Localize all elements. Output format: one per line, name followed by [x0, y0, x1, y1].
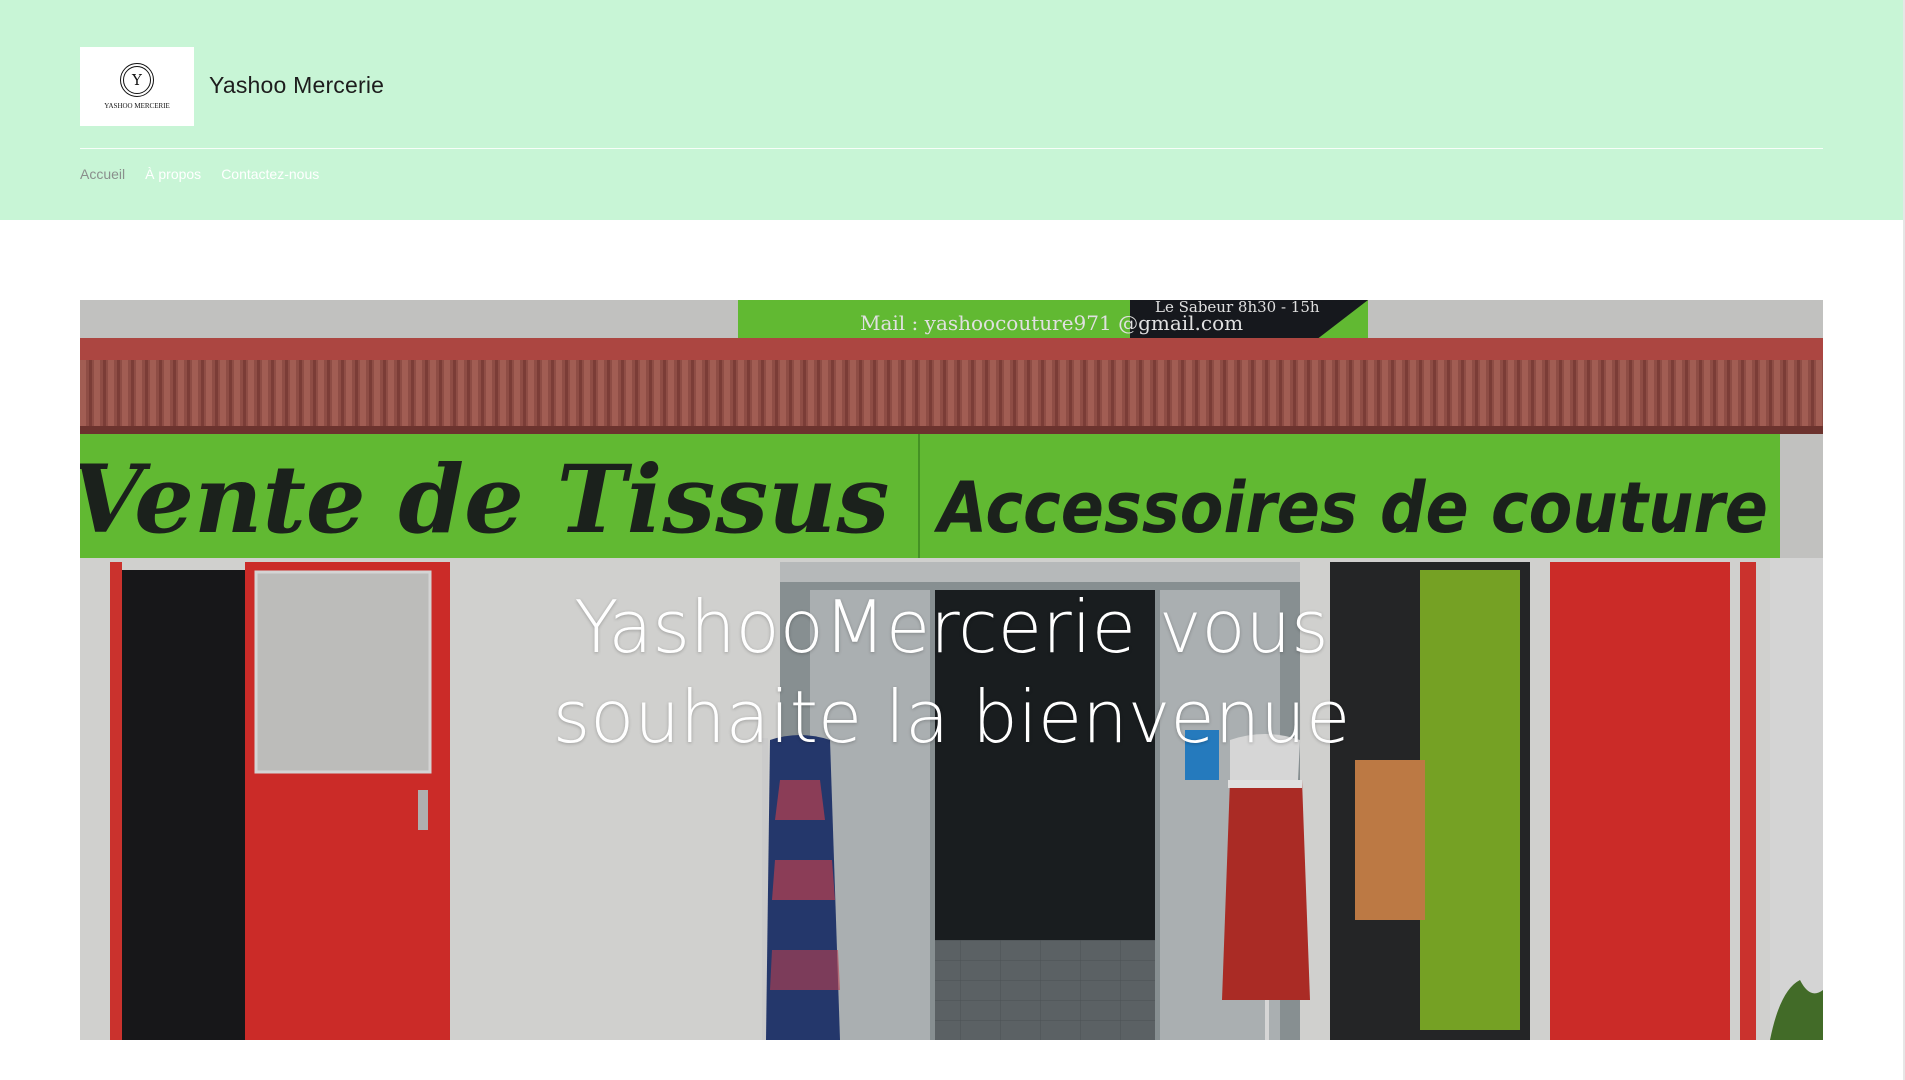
logo-letter: Y — [123, 66, 151, 94]
site-logo[interactable]: Y YASHOO MERCERIE — [80, 47, 194, 126]
site-title[interactable]: Yashoo Mercerie — [209, 72, 384, 99]
hero-heading-line2: souhaite la bienvenue — [552, 675, 1351, 759]
logo-emblem-icon: Y — [120, 63, 154, 97]
main-nav: Accueil À propos Contactez-nous — [80, 166, 319, 182]
nav-item-accueil[interactable]: Accueil — [80, 166, 125, 182]
site-header: Y YASHOO MERCERIE Yashoo Mercerie Accuei… — [0, 0, 1903, 220]
nav-item-a-propos[interactable]: À propos — [145, 166, 201, 182]
hero-heading: YashooMercerie vous souhaite la bienvenu… — [80, 582, 1823, 762]
nav-item-contactez-nous[interactable]: Contactez-nous — [221, 166, 319, 182]
logo-caption: YASHOO MERCERIE — [104, 102, 170, 110]
hero-heading-line1: YashooMercerie vous — [574, 585, 1329, 669]
hero-banner: Mail : yashoocouture971 @gmail.com Le Sa… — [80, 300, 1823, 1040]
header-divider — [80, 148, 1823, 149]
